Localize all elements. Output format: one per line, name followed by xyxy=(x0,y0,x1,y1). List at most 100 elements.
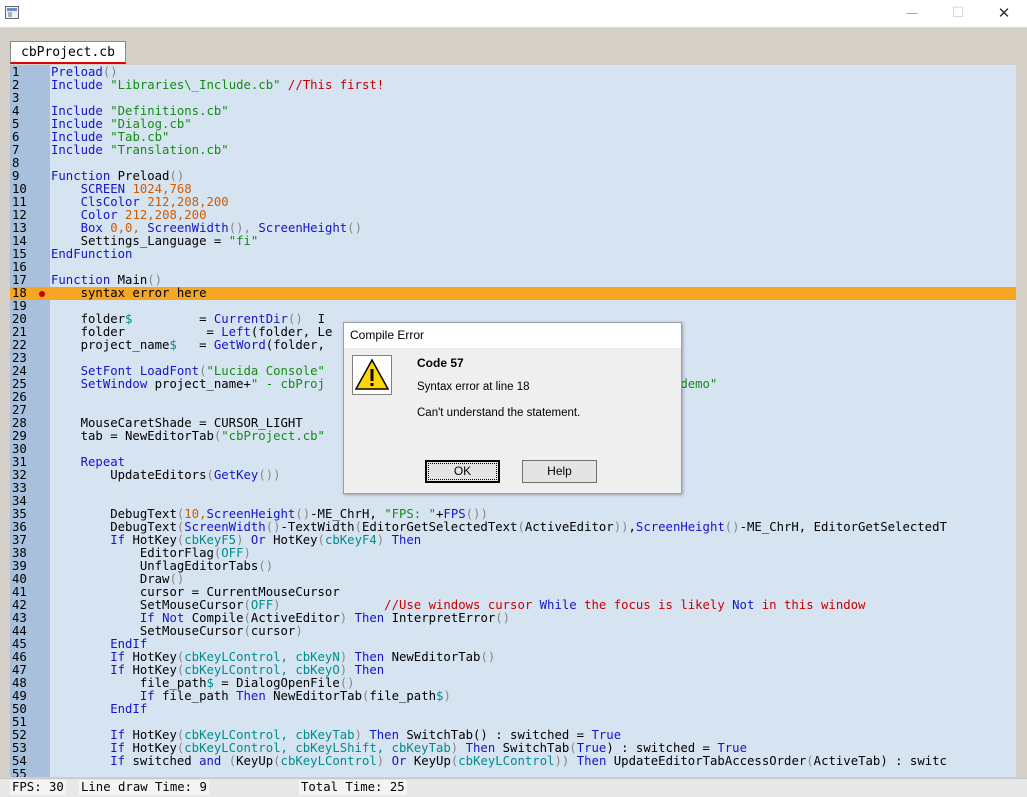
window-titlebar: — ☐ ✕ xyxy=(0,0,1027,28)
code-line[interactable]: 49 If file_path Then NewEditorTab(file_p… xyxy=(10,690,1016,703)
code-line[interactable]: 55 xyxy=(10,768,1016,778)
code-token: GetKey xyxy=(213,468,259,482)
code-line[interactable]: 2 Include "Libraries\_Include.cb" //This … xyxy=(10,79,1016,92)
code-line[interactable]: 54 If switched and (KeyUp(cbKeyLControl)… xyxy=(10,755,1016,768)
code-token: -ME_ChrH, xyxy=(310,507,385,521)
code-token: True xyxy=(591,728,622,742)
code-line[interactable]: 44 SetMouseCursor(cursor) xyxy=(10,625,1016,638)
code-token: HotKey xyxy=(132,650,177,664)
code-token: EndIf xyxy=(51,637,148,651)
code-token: (folder, Le xyxy=(250,325,333,339)
code-token: Settings_Language = xyxy=(51,234,229,248)
code-text: project_name$ = GetWord(folder, xyxy=(51,339,325,352)
code-token: ( xyxy=(206,468,214,482)
code-token: ( xyxy=(243,598,251,612)
code-token: (folder, xyxy=(265,338,325,352)
code-token: () xyxy=(258,559,274,573)
code-token: ActiveEditor xyxy=(250,611,340,625)
code-token: 1024,768 xyxy=(132,182,192,196)
code-token: cbKeyF5 xyxy=(184,533,237,547)
total-time: Total Time: 25 xyxy=(299,780,407,795)
code-token: Or xyxy=(391,754,414,768)
code-token: Draw xyxy=(51,572,170,586)
code-text: Include "Translation.cb" xyxy=(51,144,229,157)
code-token: cbKeyLControl xyxy=(458,754,555,768)
code-token: Color xyxy=(51,208,126,222)
code-token: () xyxy=(287,312,318,326)
code-text: If switched and (KeyUp(cbKeyLControl) Or… xyxy=(51,755,947,768)
code-token: //Use windows cursor xyxy=(280,598,540,612)
ok-button[interactable]: OK xyxy=(425,460,500,483)
code-text: EndFunction xyxy=(51,248,132,261)
code-token: ) : switched = xyxy=(606,741,718,755)
code-token: If xyxy=(51,689,163,703)
code-token: SCREEN xyxy=(51,182,133,196)
code-token: the focus is likely xyxy=(584,598,733,612)
code-token: "Translation.cb" xyxy=(110,143,229,157)
minimize-button[interactable]: — xyxy=(889,0,935,27)
code-token: project_name+ xyxy=(154,377,251,391)
code-token: SetFont xyxy=(51,364,140,378)
code-token: Box xyxy=(51,221,111,235)
compile-error-dialog: Compile Error Code 57 Syntax error at li… xyxy=(343,322,682,494)
breakpoint-icon[interactable] xyxy=(39,291,45,297)
error-message: Syntax error at line 18 xyxy=(417,381,530,393)
code-text: tab = NewEditorTab("cbProject.cb" xyxy=(51,430,325,443)
tab-cbproject[interactable]: cbProject.cb xyxy=(10,41,126,64)
code-token: 212,208,200 xyxy=(125,208,207,222)
error-line[interactable]: 18 syntax error here xyxy=(10,287,1016,300)
status-bar: FPS: 30 Line draw Time: 9 Total Time: 25 xyxy=(0,778,1027,797)
line-draw-time: Line draw Time: 9 xyxy=(79,780,209,795)
code-token: ScreenHeight xyxy=(258,221,348,235)
code-token: ) xyxy=(295,624,303,638)
code-token: ScreenWidth xyxy=(184,520,266,534)
code-token: -TextWidth xyxy=(280,520,355,534)
fps-readout: FPS: 30 xyxy=(10,780,66,795)
code-token: Then xyxy=(391,533,422,547)
code-text: syntax error here xyxy=(51,286,207,300)
code-token: Preload xyxy=(51,65,103,79)
code-token: = xyxy=(176,338,214,352)
close-button[interactable]: ✕ xyxy=(981,0,1027,27)
help-button[interactable]: Help xyxy=(522,460,597,483)
code-token: file_path xyxy=(162,689,237,703)
code-token: HotKey xyxy=(273,533,318,547)
code-token: UnflagEditorTabs xyxy=(51,559,259,573)
code-line[interactable]: 50 EndIf xyxy=(10,703,1016,716)
code-token: $ xyxy=(206,676,214,690)
code-token: Then xyxy=(354,650,392,664)
maximize-button[interactable]: ☐ xyxy=(935,0,981,27)
code-token: " - cbProj xyxy=(250,377,325,391)
code-token: and xyxy=(199,754,229,768)
code-token: If xyxy=(51,754,133,768)
dialog-title: Compile Error xyxy=(344,323,681,348)
code-token: () xyxy=(265,520,281,534)
error-code: Code 57 xyxy=(417,356,464,370)
code-token: ( xyxy=(273,754,281,768)
code-line[interactable]: 7 Include "Translation.cb" xyxy=(10,144,1016,157)
code-token: Preload xyxy=(117,169,170,183)
code-token: SetWindow xyxy=(51,377,155,391)
code-token: () xyxy=(102,65,118,79)
code-token: Or xyxy=(250,533,274,547)
code-token: ) xyxy=(243,546,251,560)
code-token: Include xyxy=(51,117,111,131)
code-token: Then xyxy=(465,741,503,755)
code-token: Include xyxy=(51,78,111,92)
code-line[interactable]: 14 Settings_Language = "fi" xyxy=(10,235,1016,248)
code-token: ( xyxy=(806,754,814,768)
code-token: True xyxy=(576,741,607,755)
code-token: Function xyxy=(51,273,118,287)
code-token: ) xyxy=(376,533,392,547)
code-token: Then xyxy=(354,663,385,677)
code-token: HotKey xyxy=(132,728,177,742)
code-token: SwitchTab xyxy=(502,741,570,755)
code-line[interactable]: 15 EndFunction xyxy=(10,248,1016,261)
code-token: cursor xyxy=(250,624,296,638)
code-token: syntax error here xyxy=(51,286,207,300)
code-token: EndIf xyxy=(51,702,148,716)
dialog-body: Code 57 Syntax error at line 18 Can't un… xyxy=(344,348,681,493)
code-token: () : switched = xyxy=(473,728,592,742)
code-token: Not xyxy=(162,611,192,625)
code-token: SetMouseCursor xyxy=(51,598,244,612)
